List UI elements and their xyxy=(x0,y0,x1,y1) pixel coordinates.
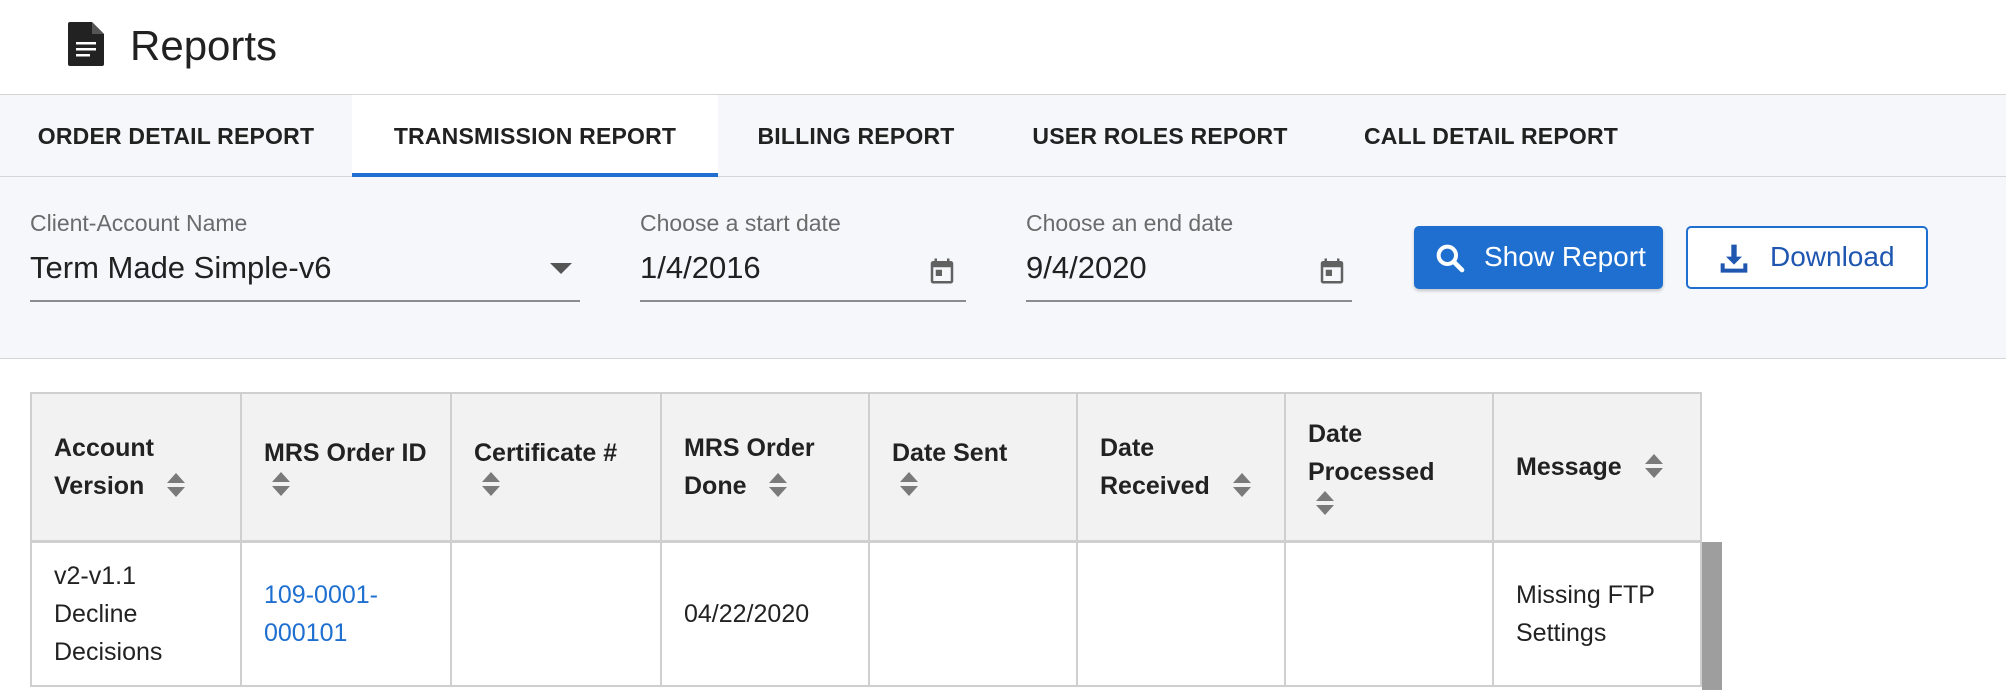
end-date-field[interactable]: Choose an end date 9/4/2020 xyxy=(1026,177,1352,307)
show-report-button[interactable]: Show Report xyxy=(1414,226,1663,289)
start-date-value: 1/4/2016 xyxy=(640,250,761,285)
calendar-icon[interactable] xyxy=(1317,256,1347,286)
table-header-row: Account Version MRS Order ID Certificate… xyxy=(30,392,1702,542)
cell-mrs-order-id: 109-0001- 000101 xyxy=(240,540,452,687)
end-date-underline xyxy=(1026,300,1352,302)
end-date-label: Choose an end date xyxy=(1026,210,1234,236)
cell-date-sent xyxy=(868,540,1078,687)
sort-icon[interactable] xyxy=(165,471,187,499)
sort-icon[interactable] xyxy=(767,471,789,499)
client-account-value: Term Made Simple-v6 xyxy=(30,250,332,285)
cell-date-received xyxy=(1076,540,1286,687)
calendar-icon[interactable] xyxy=(927,256,957,286)
cell-certificate xyxy=(450,540,662,687)
tab-transmission-report[interactable]: TRANSMISSION REPORT xyxy=(352,95,718,177)
chevron-down-icon[interactable] xyxy=(550,263,572,274)
start-date-field[interactable]: Choose a start date 1/4/2016 xyxy=(640,177,966,307)
filter-panel: Client-Account Name Term Made Simple-v6 … xyxy=(0,177,2006,359)
column-header-mrs-order-id[interactable]: MRS Order ID xyxy=(240,392,452,542)
cell-date-processed xyxy=(1284,540,1494,687)
sort-icon[interactable] xyxy=(1643,452,1665,480)
tab-order-detail-report[interactable]: ORDER DETAIL REPORT xyxy=(0,95,352,177)
column-header-certificate[interactable]: Certificate # xyxy=(450,392,662,542)
download-icon xyxy=(1720,244,1748,273)
tab-billing-report[interactable]: BILLING REPORT xyxy=(718,95,994,177)
tab-user-roles-report[interactable]: USER ROLES REPORT xyxy=(994,95,1326,177)
column-header-date-sent[interactable]: Date Sent xyxy=(868,392,1078,542)
cell-message: Missing FTP Settings xyxy=(1492,540,1702,687)
sort-icon[interactable] xyxy=(270,470,292,498)
show-report-label: Show Report xyxy=(1484,241,1646,272)
cell-account-version: v2-v1.1 Decline Decisions xyxy=(30,540,242,687)
start-date-label: Choose a start date xyxy=(640,210,841,236)
cell-mrs-order-done: 04/22/2020 xyxy=(660,540,870,687)
sort-icon[interactable] xyxy=(480,470,502,498)
report-tabs: ORDER DETAIL REPORT TRANSMISSION REPORT … xyxy=(0,95,2006,177)
sort-icon[interactable] xyxy=(1314,489,1336,517)
column-header-date-processed[interactable]: Date Processed xyxy=(1284,392,1494,542)
document-icon xyxy=(68,22,104,66)
column-header-date-received[interactable]: Date Received xyxy=(1076,392,1286,542)
client-account-label: Client-Account Name xyxy=(30,210,248,236)
search-icon xyxy=(1436,244,1465,273)
tab-call-detail-report[interactable]: CALL DETAIL REPORT xyxy=(1326,95,1656,177)
column-header-message[interactable]: Message xyxy=(1492,392,1702,542)
table-row: v2-v1.1 Decline Decisions 109-0001- 00010… xyxy=(30,540,1702,687)
column-header-account-version[interactable]: Account Version xyxy=(30,392,242,542)
sort-icon[interactable] xyxy=(1231,471,1253,499)
sort-icon[interactable] xyxy=(898,470,920,498)
table-scrollbar[interactable] xyxy=(1702,542,1722,690)
download-label: Download xyxy=(1770,241,1895,272)
start-date-underline xyxy=(640,300,966,302)
transmission-table: Account Version MRS Order ID Certificate… xyxy=(30,392,1702,687)
app-header: Reports xyxy=(0,0,2006,95)
mrs-order-id-link[interactable]: 109-0001- 000101 xyxy=(264,581,378,647)
page-title: Reports xyxy=(130,22,278,69)
download-button[interactable]: Download xyxy=(1686,226,1928,289)
client-account-select[interactable]: Client-Account Name Term Made Simple-v6 xyxy=(30,177,580,307)
select-underline xyxy=(30,300,580,302)
end-date-value: 9/4/2020 xyxy=(1026,250,1147,285)
column-header-mrs-order-done[interactable]: MRS Order Done xyxy=(660,392,870,542)
